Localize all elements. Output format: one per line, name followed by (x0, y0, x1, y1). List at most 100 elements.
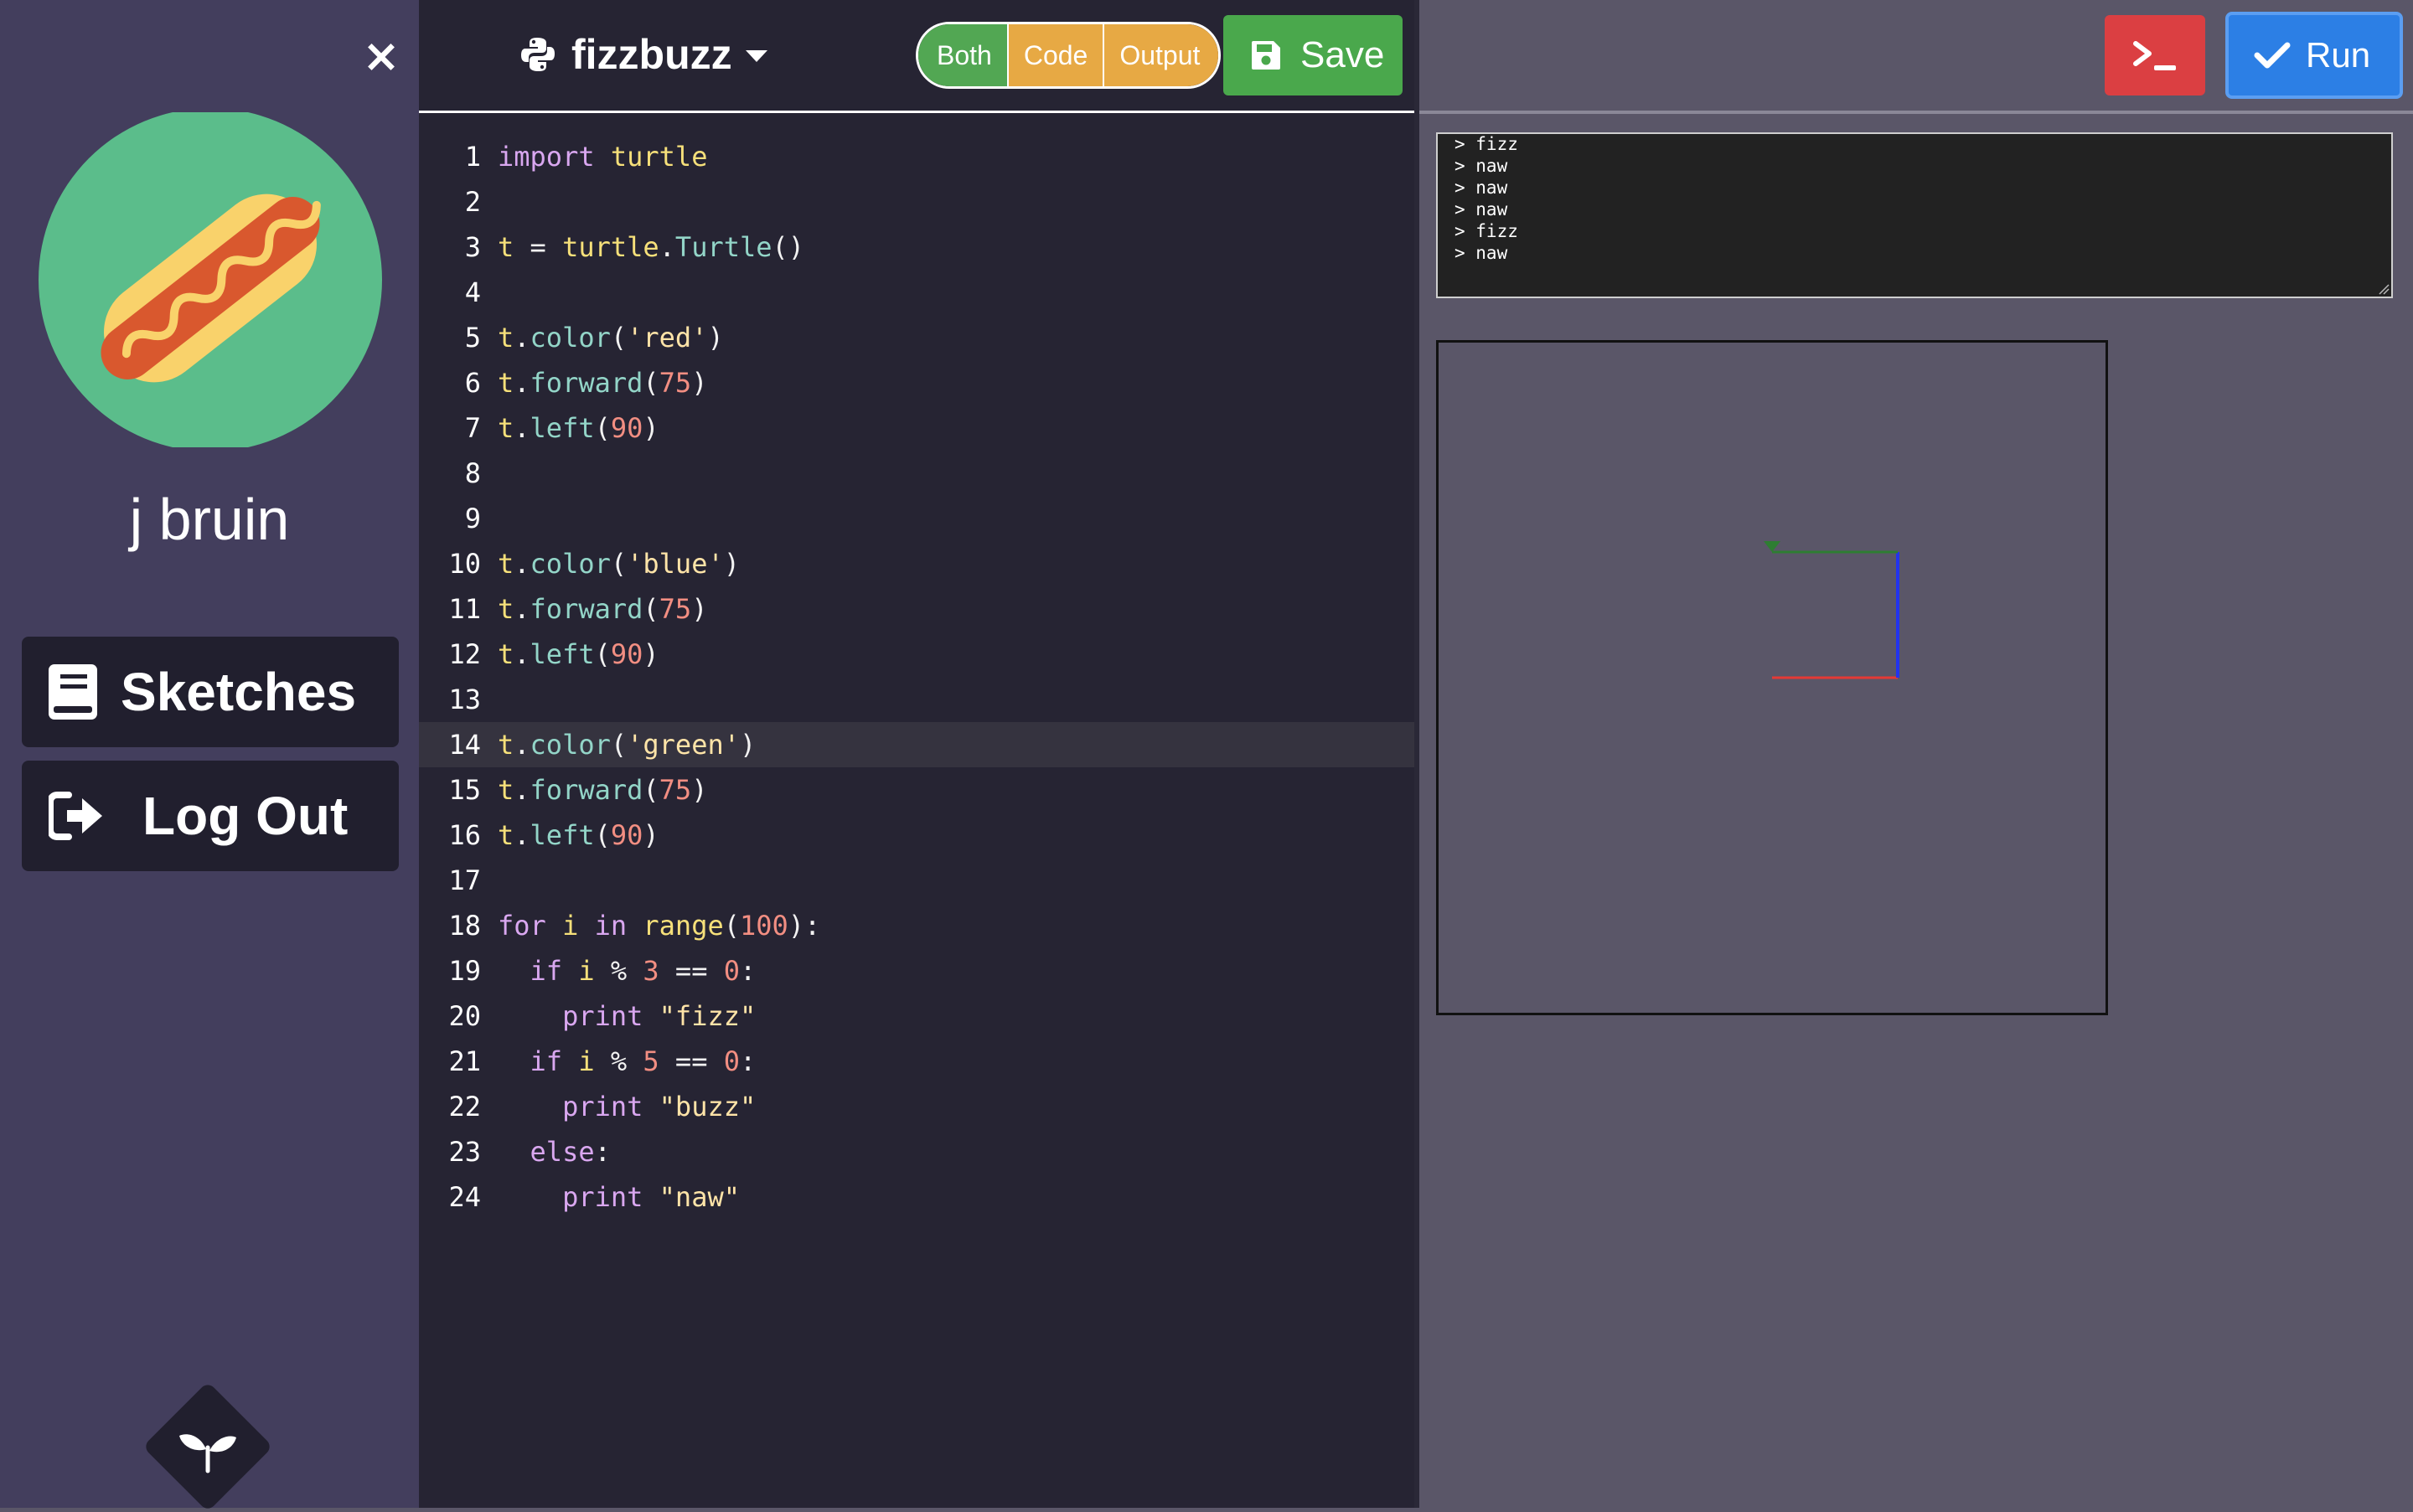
mode-both-button[interactable]: Both (918, 24, 1007, 86)
line-text: t.forward(75) (498, 593, 708, 625)
line-number: 24 (448, 1181, 481, 1213)
code-line[interactable]: 23 else: (419, 1129, 1414, 1174)
hotdog-avatar (39, 112, 382, 447)
code-line[interactable]: 18 for i in range(100): (419, 903, 1414, 948)
line-text: t.left(90) (498, 638, 659, 670)
code-line[interactable]: 9 (419, 496, 1414, 541)
console-line: > fizz (1455, 221, 1518, 241)
console-output[interactable]: > fizz > naw > naw > naw > fizz > naw (1436, 132, 2393, 298)
code-line[interactable]: 15 t.forward(75) (419, 767, 1414, 813)
code-editor[interactable]: 1 import turtle 2 3 t = turtle.Turtle() 4 5 t.c… (419, 113, 1414, 1508)
line-number: 18 (448, 910, 481, 942)
save-button[interactable]: Save (1223, 15, 1403, 95)
code-line[interactable]: 20 print "fizz" (419, 993, 1414, 1039)
console-line: > naw (1455, 156, 1508, 176)
turtle-cursor-icon (1764, 541, 1780, 552)
sign-out-icon (49, 792, 102, 840)
turtle-drawing (1764, 541, 1899, 679)
sprout-icon (179, 1434, 236, 1473)
line-number: 1 (464, 141, 481, 173)
floppy-disk-icon (1252, 41, 1280, 70)
line-number: 16 (448, 819, 481, 851)
save-label: Save (1300, 34, 1385, 75)
code-line[interactable]: 2 (419, 179, 1414, 224)
line-number: 9 (464, 503, 481, 534)
logout-button[interactable]: Log Out (22, 761, 399, 871)
close-icon: × (362, 29, 400, 82)
console-line: > naw (1455, 199, 1508, 219)
line-text: t = turtle.Turtle() (498, 231, 805, 263)
line-number: 6 (464, 367, 481, 399)
line-text: print "naw" (562, 1181, 740, 1213)
mode-output-button[interactable]: Output (1103, 24, 1219, 86)
line-number: 13 (448, 684, 481, 715)
line-text: t.left(90) (498, 819, 659, 851)
code-line[interactable]: 4 (419, 270, 1414, 315)
code-line[interactable]: 11 t.forward(75) (419, 586, 1414, 632)
line-number: 17 (448, 864, 481, 896)
line-number: 20 (448, 1000, 481, 1032)
line-number: 22 (448, 1091, 481, 1122)
line-number: 2 (464, 186, 481, 218)
resize-handle-icon[interactable] (2376, 281, 2390, 295)
editor-toolbar: fizzbuzz Both Code Output Save (419, 0, 1414, 113)
code-line[interactable]: 10 t.color('blue') (419, 541, 1414, 586)
logout-label: Log Out (142, 786, 349, 846)
panel-divider[interactable] (1414, 0, 1419, 1508)
line-text: t.color('green') (498, 729, 757, 761)
sketches-button[interactable]: Sketches (22, 637, 399, 747)
code-line[interactable]: 7 t.left(90) (419, 405, 1414, 451)
code-line[interactable]: 8 (419, 451, 1414, 496)
filename: fizzbuzz (571, 31, 732, 78)
line-number: 8 (464, 457, 481, 489)
line-text: print "buzz" (562, 1091, 757, 1122)
line-text: t.forward(75) (498, 367, 708, 399)
code-line[interactable]: 21 if i % 5 == 0: (419, 1039, 1414, 1084)
line-text: if i % 5 == 0: (530, 1045, 757, 1077)
code-line[interactable]: 3 t = turtle.Turtle() (419, 224, 1414, 270)
line-text: else: (530, 1136, 611, 1168)
line-text: if i % 3 == 0: (530, 955, 757, 987)
code-line[interactable]: 6 t.forward(75) (419, 360, 1414, 405)
code-line[interactable]: 13 (419, 677, 1414, 722)
mode-code-button[interactable]: Code (1006, 24, 1103, 86)
line-number: 3 (464, 231, 481, 263)
sketches-label: Sketches (121, 662, 357, 722)
line-number: 19 (448, 955, 481, 987)
line-text: t.color('red') (498, 322, 724, 353)
line-number: 23 (448, 1136, 481, 1168)
line-number: 4 (464, 276, 481, 308)
line-text: t.left(90) (498, 412, 659, 444)
code-line[interactable]: 5 t.color('red') (419, 315, 1414, 360)
book-icon (49, 664, 97, 720)
line-number: 10 (448, 548, 481, 580)
line-number: 12 (448, 638, 481, 670)
file-menu[interactable]: fizzbuzz (519, 23, 767, 85)
line-text: import turtle (498, 141, 708, 173)
turtle-canvas (1436, 340, 2108, 1015)
line-number: 14 (448, 729, 481, 761)
code-line[interactable]: 16 t.left(90) (419, 813, 1414, 858)
line-text: t.forward(75) (498, 774, 708, 806)
console-toggle-button[interactable] (2105, 15, 2205, 95)
code-line[interactable]: 14 t.color('green') (419, 722, 1414, 767)
console-line: > naw (1455, 243, 1508, 263)
code-line[interactable]: 17 (419, 858, 1414, 903)
line-number: 15 (448, 774, 481, 806)
code-line[interactable]: 24 print "naw" (419, 1174, 1414, 1220)
console-line: > fizz (1455, 134, 1518, 154)
code-line[interactable]: 12 t.left(90) (419, 632, 1414, 677)
code-line[interactable]: 22 print "buzz" (419, 1084, 1414, 1129)
console-line: > naw (1455, 178, 1508, 198)
line-number: 21 (448, 1045, 481, 1077)
line-number: 11 (448, 593, 481, 625)
run-label: Run (2306, 35, 2371, 75)
checkmark-icon (2254, 42, 2291, 69)
code-line[interactable]: 1 import turtle (419, 134, 1414, 179)
view-mode-toggle: Both Code Output (916, 22, 1222, 89)
line-text: print "fizz" (562, 1000, 757, 1032)
terminal-icon (2133, 41, 2176, 70)
code-line[interactable]: 19 if i % 3 == 0: (419, 948, 1414, 993)
run-button[interactable]: Run (2225, 12, 2403, 99)
close-sidebar-button[interactable]: × (360, 34, 402, 79)
